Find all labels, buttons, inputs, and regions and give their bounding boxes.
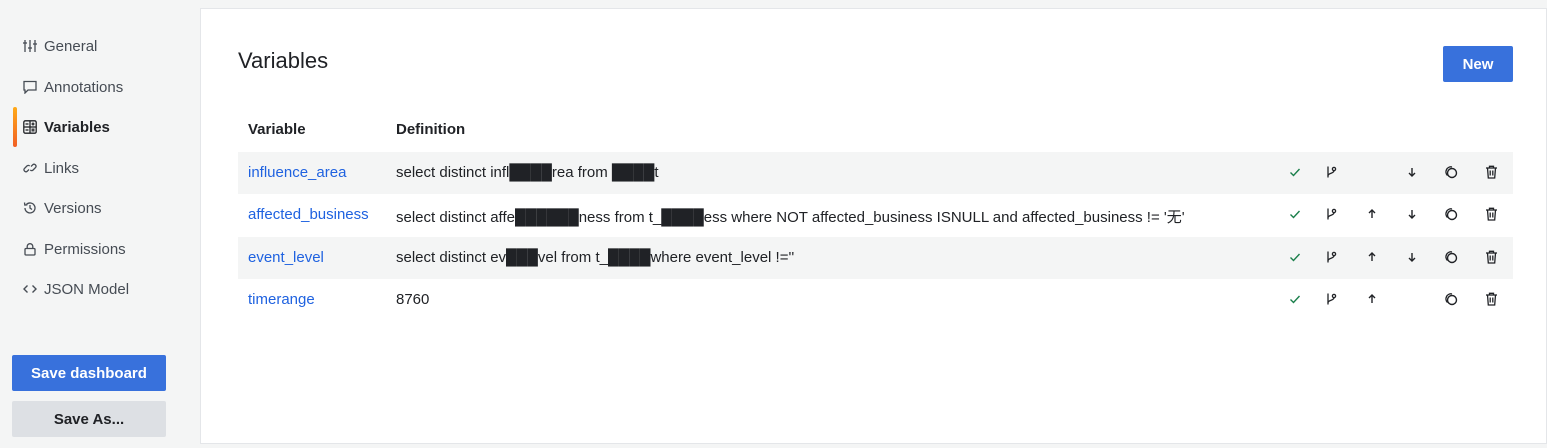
settings-sidebar: General Annotations Variables Links Vers… (0, 0, 190, 448)
sidebar-item-label: Links (44, 159, 80, 177)
calculator-icon (23, 120, 37, 134)
arrow-up-icon[interactable] (1362, 247, 1382, 267)
sidebar-item-json-model[interactable]: JSON Model (13, 269, 183, 309)
variables-panel: Variables New Variable Definition influe… (200, 8, 1547, 444)
branch-icon[interactable] (1321, 204, 1341, 224)
variable-definition: select distinct affe██████ness from t_██… (396, 209, 1185, 226)
branch-icon[interactable] (1321, 247, 1341, 267)
sidebar-item-variables[interactable]: Variables (13, 107, 183, 147)
sidebar-item-annotations[interactable]: Annotations (13, 67, 183, 107)
arrow-down-icon[interactable] (1402, 162, 1422, 182)
save-dashboard-button[interactable]: Save dashboard (12, 355, 166, 391)
sidebar-item-label: Annotations (44, 78, 124, 96)
variable-definition: select distinct ev███vel from t_████wher… (396, 249, 795, 266)
branch-icon[interactable] (1321, 162, 1341, 182)
save-as-button[interactable]: Save As... (12, 401, 166, 437)
check-icon (1285, 289, 1305, 309)
duplicate-icon[interactable] (1441, 204, 1461, 224)
trash-icon[interactable] (1481, 289, 1501, 309)
variable-name-link[interactable]: timerange (248, 291, 315, 308)
trash-icon[interactable] (1481, 162, 1501, 182)
sliders-icon (23, 39, 37, 53)
arrow-down-icon[interactable] (1402, 204, 1422, 224)
sidebar-item-links[interactable]: Links (13, 148, 183, 188)
table-row: event_level select distinct ev███vel fro… (238, 237, 1513, 279)
trash-icon[interactable] (1481, 204, 1501, 224)
sidebar-item-label: JSON Model (44, 280, 130, 298)
duplicate-icon[interactable] (1441, 289, 1461, 309)
arrow-up-icon[interactable] (1362, 204, 1382, 224)
sidebar-item-permissions[interactable]: Permissions (13, 229, 183, 269)
duplicate-icon[interactable] (1441, 247, 1461, 267)
page-title: Variables (238, 48, 329, 73)
sidebar-item-general[interactable]: General (13, 26, 183, 66)
duplicate-icon[interactable] (1441, 162, 1461, 182)
column-header-definition: Definition (396, 121, 466, 138)
branch-icon[interactable] (1321, 289, 1341, 309)
lock-icon (23, 242, 37, 256)
variable-definition: select distinct infl████rea from ████t (396, 164, 659, 181)
sidebar-item-label: Permissions (44, 240, 126, 258)
sidebar-item-label: Versions (44, 199, 102, 217)
check-icon (1285, 247, 1305, 267)
sidebar-item-versions[interactable]: Versions (13, 188, 183, 228)
sidebar-item-label: General (44, 37, 98, 55)
code-icon (23, 282, 37, 296)
variable-name-link[interactable]: influence_area (248, 164, 346, 181)
trash-icon[interactable] (1481, 247, 1501, 267)
check-icon (1285, 204, 1305, 224)
arrow-up-icon[interactable] (1362, 289, 1382, 309)
link-icon (23, 161, 37, 175)
arrow-down-icon[interactable] (1402, 247, 1422, 267)
table-row: influence_area select distinct infl████r… (238, 152, 1513, 194)
table-row: affected_business select distinct affe██… (238, 194, 1513, 236)
variable-name-link[interactable]: affected_business (248, 206, 369, 223)
variable-definition: 8760 (396, 291, 430, 308)
check-icon (1285, 162, 1305, 182)
variable-name-link[interactable]: event_level (248, 249, 324, 266)
history-icon (23, 201, 37, 215)
sidebar-item-label: Variables (44, 118, 110, 136)
comment-icon (23, 80, 37, 94)
table-row: timerange 8760 (238, 279, 1513, 321)
column-header-variable: Variable (248, 121, 306, 138)
new-variable-button[interactable]: New (1443, 46, 1513, 82)
